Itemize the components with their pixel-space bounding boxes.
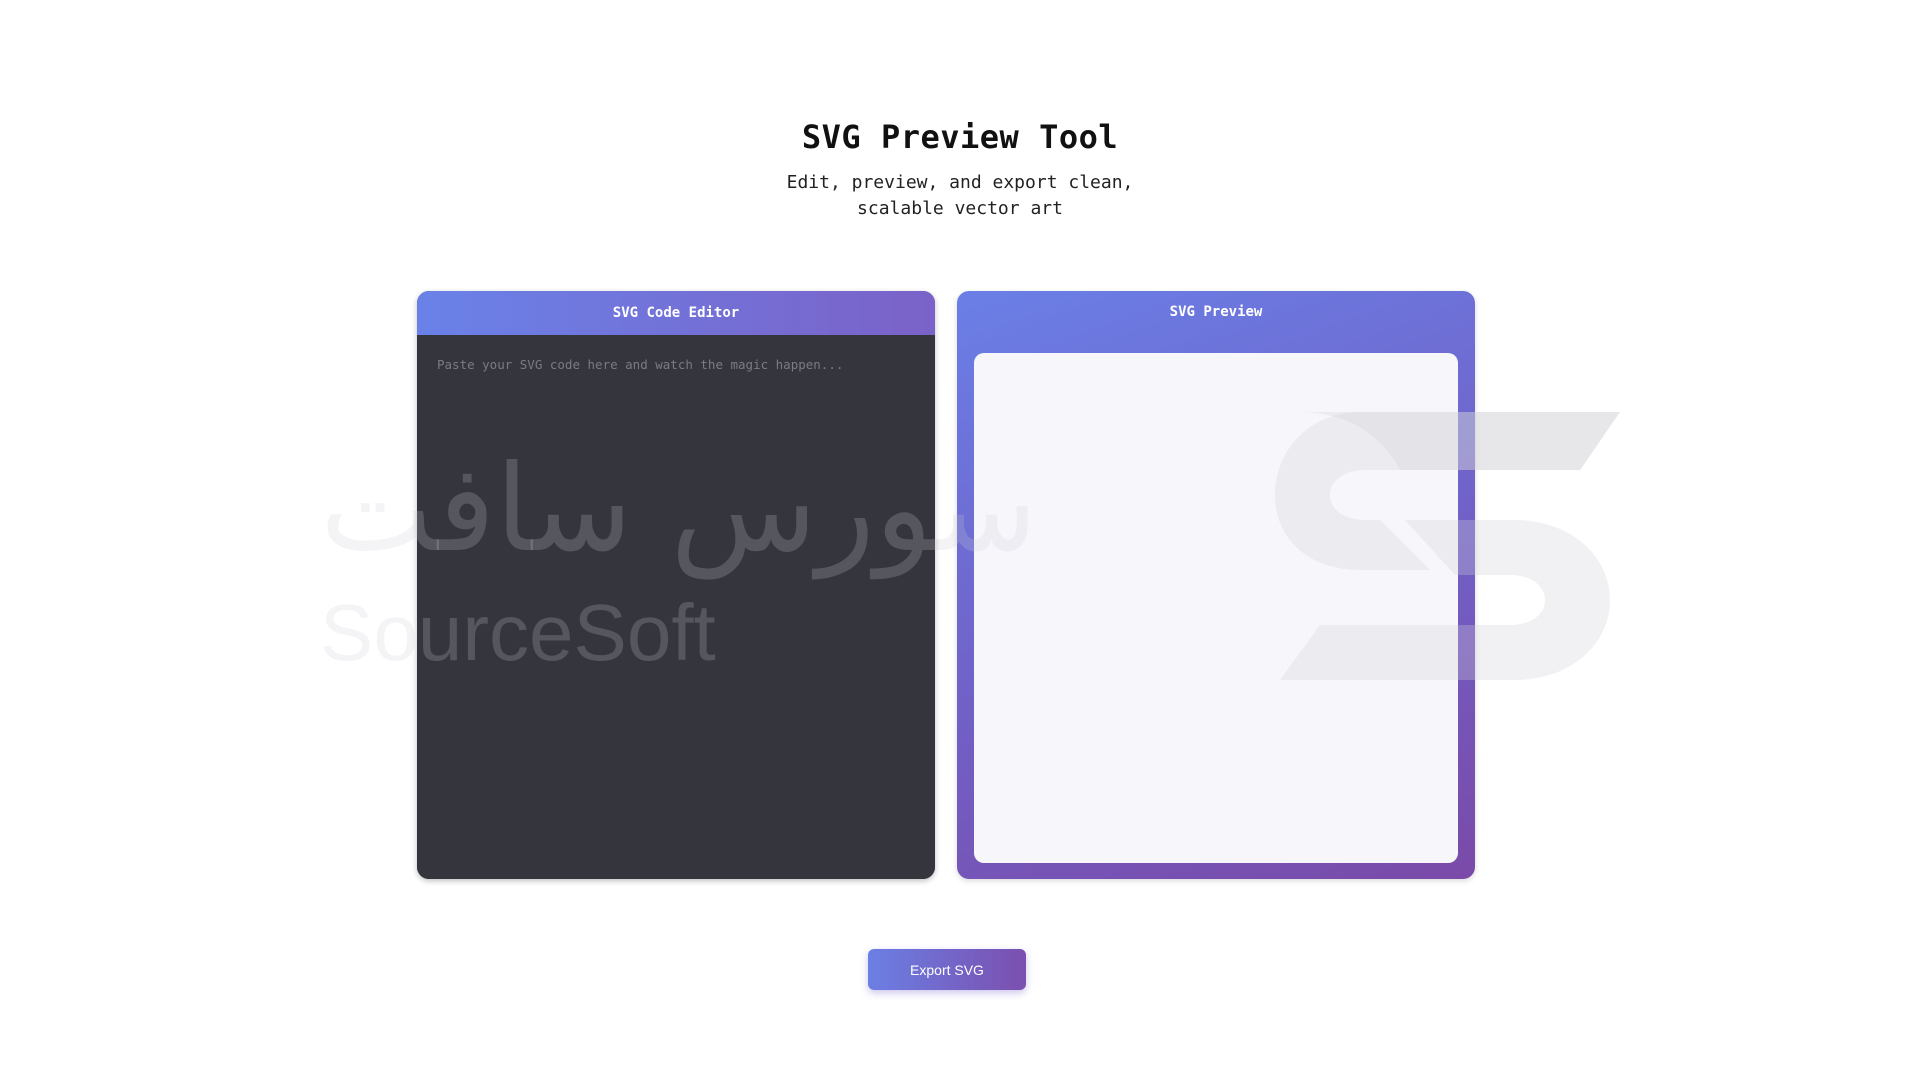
svg-preview-panel: SVG Preview xyxy=(957,291,1475,879)
app-page: SVG Preview Tool Edit, preview, and expo… xyxy=(0,0,1920,1080)
svg-preview-canvas xyxy=(974,353,1458,863)
page-subtitle: Edit, preview, and export clean, scalabl… xyxy=(786,172,1134,219)
page-title: SVG Preview Tool xyxy=(801,118,1119,156)
page-header: SVG Preview Tool Edit, preview, and expo… xyxy=(0,118,1920,222)
svg-code-input[interactable] xyxy=(417,335,935,879)
export-svg-button[interactable]: Export SVG xyxy=(868,949,1026,990)
code-editor-panel: SVG Code Editor xyxy=(417,291,935,879)
code-editor-header: SVG Code Editor xyxy=(417,291,935,335)
svg-preview-header: SVG Preview xyxy=(1169,304,1263,320)
